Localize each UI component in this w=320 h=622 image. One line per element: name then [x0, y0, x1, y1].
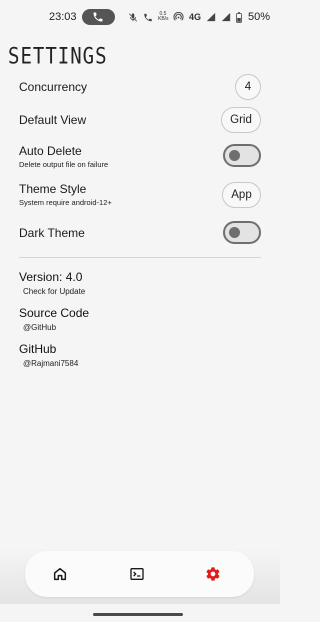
auto-delete-toggle[interactable]: [223, 144, 261, 167]
nav-home[interactable]: [52, 566, 68, 582]
toggle-knob: [229, 227, 240, 238]
github-block[interactable]: GitHub @Rajmani7584: [19, 342, 78, 368]
settings-screen: 23:03 0.5 KB/s 4G 50% SETTINGS Concurren…: [0, 0, 280, 622]
setting-dark-theme[interactable]: Dark Theme: [19, 221, 261, 244]
terminal-icon: [130, 568, 144, 580]
battery-icon: [236, 11, 242, 23]
theme-style-button[interactable]: App: [222, 182, 261, 208]
default-view-button[interactable]: Grid: [221, 107, 261, 133]
setting-concurrency: Concurrency 4: [19, 74, 261, 100]
nav-settings[interactable]: [205, 566, 221, 582]
bottom-nav: [25, 551, 254, 597]
divider: [19, 257, 261, 258]
network-type: 4G: [189, 12, 202, 22]
signal-icon: [206, 12, 216, 22]
status-icons: 0.5 KB/s 4G 50%: [128, 10, 270, 24]
dark-theme-toggle[interactable]: [223, 221, 261, 244]
ongoing-call-chip[interactable]: [82, 9, 115, 25]
version-block[interactable]: Version: 4.0 Check for Update: [19, 270, 85, 296]
home-icon: [53, 567, 67, 581]
concurrency-label: Concurrency: [19, 80, 88, 94]
gesture-bar[interactable]: [93, 613, 183, 616]
net-speed: 0.5 KB/s: [158, 12, 169, 22]
concurrency-button[interactable]: 4: [235, 74, 261, 100]
status-time: 23:03: [49, 11, 77, 23]
call-icon: [93, 12, 103, 22]
mute-icon: [128, 12, 138, 22]
setting-theme-style: Theme Style System require android-12+ A…: [19, 182, 261, 208]
status-bar: 23:03 0.5 KB/s 4G 50%: [0, 0, 280, 34]
source-code-link[interactable]: @GitHub: [23, 323, 89, 332]
github-link[interactable]: @Rajmani7584: [23, 359, 78, 368]
battery-percent: 50%: [248, 11, 271, 23]
version-title: Version: 4.0: [19, 270, 83, 284]
net-speed-unit: KB/s: [158, 16, 169, 22]
source-code-title: Source Code: [19, 306, 90, 320]
nav-terminal[interactable]: [129, 566, 145, 582]
signal-icon-2: [221, 12, 231, 22]
hotspot-icon: [173, 11, 184, 21]
page-title: SETTINGS: [8, 44, 108, 70]
gear-icon: [206, 567, 220, 581]
wifi-calling-icon: [144, 13, 152, 21]
github-title: GitHub: [19, 342, 57, 356]
setting-auto-delete[interactable]: Auto Delete Delete output file on failur…: [19, 144, 261, 170]
check-update-link[interactable]: Check for Update: [23, 287, 85, 296]
source-code-block[interactable]: Source Code @GitHub: [19, 306, 89, 332]
toggle-knob: [229, 150, 240, 161]
setting-default-view: Default View Grid: [19, 107, 261, 133]
